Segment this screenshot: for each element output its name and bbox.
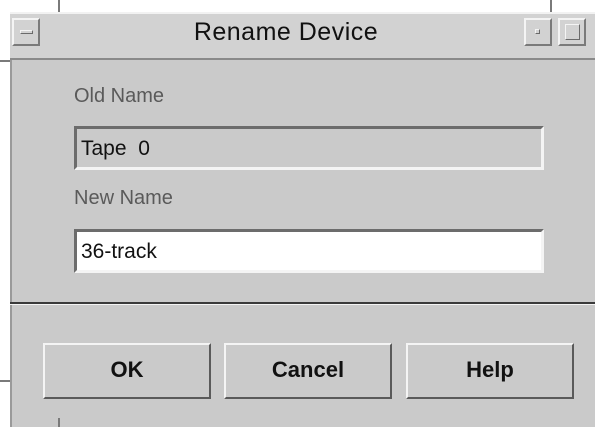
button-separator: [10, 302, 595, 305]
frame-corner-mark: [58, 418, 60, 427]
frame-corner-mark: [58, 0, 60, 12]
minimize-icon: [535, 29, 540, 34]
new-name-label: New Name: [74, 187, 173, 209]
minimize-button[interactable]: [524, 18, 552, 46]
old-name-field: Tape 0: [74, 126, 544, 170]
old-name-label: Old Name: [74, 85, 165, 107]
window-title: Rename Device: [193, 18, 379, 46]
new-name-input[interactable]: 36-track: [74, 229, 544, 273]
frame-corner-mark: [0, 380, 10, 382]
window-menu-icon: [20, 30, 33, 34]
cancel-button[interactable]: Cancel: [224, 343, 392, 399]
maximize-button[interactable]: [558, 18, 586, 46]
window-menu-button[interactable]: [12, 18, 40, 46]
frame-corner-mark: [0, 60, 10, 62]
help-button[interactable]: Help: [406, 343, 574, 399]
maximize-icon: [565, 24, 580, 40]
ok-button[interactable]: OK: [43, 343, 211, 399]
frame-corner-mark: [550, 0, 552, 12]
